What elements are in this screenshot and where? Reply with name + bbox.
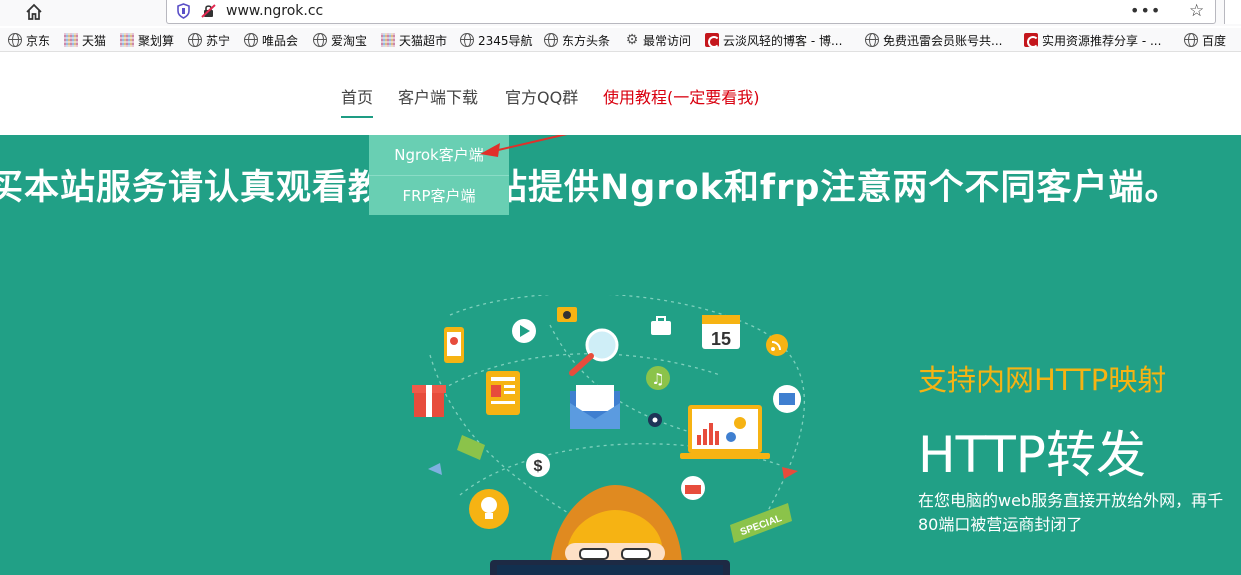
feature-subtitle: 支持内网HTTP映射 (918, 363, 1167, 397)
feature-desc-line-1: 在您电脑的web服务直接开放给外网，再千 (918, 491, 1224, 510)
phone-icon (444, 327, 464, 363)
newspaper-icon (486, 371, 520, 415)
rss-icon (766, 334, 788, 356)
nav-qq-group[interactable]: 官方QQ群 (505, 84, 578, 108)
feature-title: HTTP转发 (918, 426, 1146, 484)
globe-icon (313, 33, 327, 47)
tracking-shield-icon[interactable] (176, 3, 191, 19)
svg-text:♫: ♫ (651, 370, 664, 388)
globe-icon (244, 33, 258, 47)
globe-icon (188, 33, 202, 47)
location-pin-icon (648, 413, 662, 427)
bookmark-eastday[interactable]: 东方头条 (544, 31, 610, 49)
bookmark-2345[interactable]: 2345导航 (460, 31, 533, 49)
bookmark-star-icon[interactable]: ☆ (1189, 1, 1204, 21)
feature-description: 在您电脑的web服务直接开放给外网，再千 80端口被营运商封闭了 (918, 489, 1241, 537)
site-nav: 首页 客户端下载 官方QQ群 使用教程(一定要看我) (0, 53, 1241, 135)
url-text[interactable]: www.ngrok.cc (226, 3, 323, 19)
bookmark-suning[interactable]: 苏宁 (188, 31, 230, 49)
envelope-icon (570, 385, 620, 429)
csdn-icon (1024, 33, 1039, 48)
bookmark-vip[interactable]: 唯品会 (244, 31, 298, 49)
camera-icon (557, 307, 577, 322)
favicon-icon (64, 33, 78, 47)
search-box-edge[interactable] (1224, 0, 1241, 24)
page-actions-menu-icon[interactable]: ••• (1130, 1, 1161, 20)
globe-icon (544, 33, 558, 47)
dropdown-frp-client[interactable]: FRP客户端 (369, 175, 509, 215)
bookmark-tmall[interactable]: 天猫 (64, 31, 106, 49)
insecure-connection-icon[interactable] (201, 3, 217, 19)
favicon-icon (381, 33, 395, 47)
nav-home[interactable]: 首页 (341, 84, 374, 118)
gift-icon (412, 385, 446, 417)
gear-icon: ⚙ (625, 32, 639, 48)
globe-icon (1184, 33, 1198, 47)
hero-banner: 买本站服务请认真观看教程，本站提供Ngrok和frp注意两个不同客户端。 15 … (0, 135, 1241, 575)
bookmark-most-visited[interactable]: ⚙ 最常访问 (625, 31, 691, 49)
bookmark-blog[interactable]: 云淡风轻的博客 - 博... (705, 31, 842, 49)
bookmark-baidu[interactable]: 百度 (1184, 31, 1226, 49)
bird-icon (428, 463, 442, 475)
bookmark-jd[interactable]: 京东 (8, 31, 50, 49)
tag-icon (457, 435, 485, 460)
laptop-chart-icon (680, 405, 770, 459)
favicon-icon (120, 33, 134, 47)
nav-tutorial[interactable]: 使用教程(一定要看我) (603, 84, 760, 108)
music-icon: ♫ (646, 366, 670, 390)
calendar-day: 15 (711, 329, 731, 349)
bookmark-xunlei[interactable]: 免费迅雷会员账号共... (865, 31, 1002, 49)
annotation-arrow-icon (480, 135, 568, 157)
notice-marquee: 买本站服务请认真观看教程，本站提供Ngrok和frp注意两个不同客户端。 (0, 168, 1181, 208)
bookmark-juhuasuan[interactable]: 聚划算 (120, 31, 174, 49)
browser-toolbar: www.ngrok.cc ••• ☆ (0, 0, 1241, 26)
bookmark-resources[interactable]: 实用资源推荐分享 - ... (1024, 31, 1161, 49)
globe-icon (865, 33, 879, 47)
svg-text:$: $ (534, 458, 543, 475)
globe-icon (8, 33, 22, 47)
plane-icon (782, 467, 798, 479)
home-icon[interactable] (24, 2, 44, 22)
magnifier-icon (569, 328, 619, 376)
picture-icon (773, 385, 801, 413)
lightbulb-icon (469, 489, 509, 529)
feature-desc-line-2: 80端口被营运商封闭了 (918, 515, 1083, 534)
briefcase-icon (651, 316, 671, 335)
address-bar[interactable]: www.ngrok.cc ••• ☆ (166, 0, 1216, 24)
bookmarks-toolbar: 京东 天猫 聚划算 苏宁 唯品会 爱淘宝 天猫超市 2345导航 东方头条 ⚙ 最… (0, 28, 1241, 52)
dollar-icon: $ (526, 453, 550, 477)
calendar-icon: 15 (702, 315, 740, 349)
bookmark-aitaobao[interactable]: 爱淘宝 (313, 31, 367, 49)
globe-icon (460, 33, 474, 47)
play-icon (512, 319, 536, 343)
basket-icon (681, 476, 705, 500)
hero-illustration: 15 ♫ $ SPECIAL (412, 295, 805, 575)
nav-client-download[interactable]: 客户端下载 (398, 84, 478, 108)
bookmark-tmall-market[interactable]: 天猫超市 (381, 31, 447, 49)
csdn-icon (705, 33, 720, 48)
special-ribbon-icon: SPECIAL (730, 503, 792, 543)
